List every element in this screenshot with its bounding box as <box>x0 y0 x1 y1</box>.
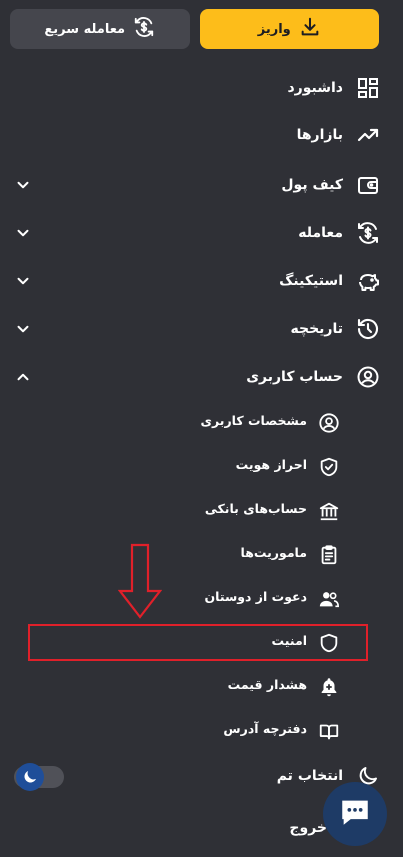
theme-toggle[interactable] <box>14 763 64 791</box>
menu-item-trade[interactable]: معامله <box>0 211 403 255</box>
clipboard-icon <box>317 543 341 567</box>
submenu-label-bank-accounts: حساب‌های بانکی <box>204 501 307 516</box>
user-circle-icon <box>317 411 341 435</box>
menu-label-staking: استیکینگ <box>279 273 343 289</box>
menu-label-history: تاریخچه <box>290 321 344 337</box>
chat-bubble-icon <box>338 795 372 833</box>
users-icon <box>317 587 341 611</box>
download-icon <box>299 16 321 42</box>
menu-label-trade: معامله <box>298 225 343 241</box>
menu-item-account[interactable]: حساب کاربری <box>0 355 403 399</box>
submenu-label-kyc: احراز هویت <box>235 457 307 472</box>
deposit-button[interactable]: واریز <box>199 9 379 49</box>
chevron-up-icon[interactable] <box>14 368 32 386</box>
submenu-item-address-book[interactable]: دفترچه آدرس <box>0 709 403 753</box>
submenu-label-missions: ماموریت‌ها <box>240 545 308 560</box>
chevron-down-icon[interactable] <box>14 272 32 290</box>
chevron-down-icon[interactable] <box>14 320 32 338</box>
moon-icon <box>16 763 44 791</box>
chevron-down-icon[interactable] <box>14 224 32 242</box>
bell-plus-icon <box>317 675 341 699</box>
menu-label-wallet: کیف پول <box>281 177 343 193</box>
submenu-label-price-alert: هشدار قیمت <box>227 677 307 692</box>
menu-label-theme: انتخاب تم <box>276 768 343 784</box>
trending-up-icon <box>355 122 381 148</box>
book-open-icon <box>317 719 341 743</box>
menu-item-markets[interactable]: بازارها <box>0 113 403 157</box>
submenu-label-address-book: دفترچه آدرس <box>223 721 307 736</box>
chevron-down-icon[interactable] <box>14 176 32 194</box>
menu-item-history[interactable]: تاریخچه <box>0 307 403 351</box>
menu-label-logout: خروج <box>289 820 327 836</box>
annotation-arrow <box>117 543 163 619</box>
history-icon <box>355 316 381 342</box>
quick-trade-label: معامله سریع <box>44 21 126 37</box>
bank-icon <box>317 499 341 523</box>
submenu-label-profile: مشخصات کاربری <box>200 413 307 428</box>
submenu-item-invite[interactable]: دعوت از دوستان <box>0 577 403 621</box>
exchange-dollar-icon <box>133 16 155 42</box>
submenu-item-profile[interactable]: مشخصات کاربری <box>0 401 403 445</box>
exchange-dollar-icon <box>355 220 381 246</box>
menu-label-markets: بازارها <box>296 127 343 143</box>
menu-item-dashboard[interactable]: داشبورد <box>0 66 403 110</box>
submenu-item-bank-accounts[interactable]: حساب‌های بانکی <box>0 489 403 533</box>
menu-label-dashboard: داشبورد <box>287 80 344 96</box>
menu-label-account: حساب کاربری <box>246 369 343 385</box>
submenu-label-invite: دعوت از دوستان <box>204 589 307 604</box>
submenu-item-price-alert[interactable]: هشدار قیمت <box>0 665 403 709</box>
menu-item-wallet[interactable]: کیف پول <box>0 163 403 207</box>
dashboard-icon <box>355 75 381 101</box>
chat-button[interactable] <box>323 782 387 846</box>
deposit-label: واریز <box>257 21 291 37</box>
menu-item-staking[interactable]: استیکینگ <box>0 259 403 303</box>
piggy-bank-icon <box>355 268 381 294</box>
annotation-highlight-box <box>28 624 368 661</box>
shield-check-icon <box>317 455 341 479</box>
submenu-item-kyc[interactable]: احراز هویت <box>0 445 403 489</box>
submenu-item-missions[interactable]: ماموریت‌ها <box>0 533 403 577</box>
top-action-bar: واریز معامله سریع <box>10 9 379 49</box>
wallet-icon <box>355 172 381 198</box>
quick-trade-button[interactable]: معامله سریع <box>10 9 190 49</box>
user-circle-icon <box>355 364 381 390</box>
